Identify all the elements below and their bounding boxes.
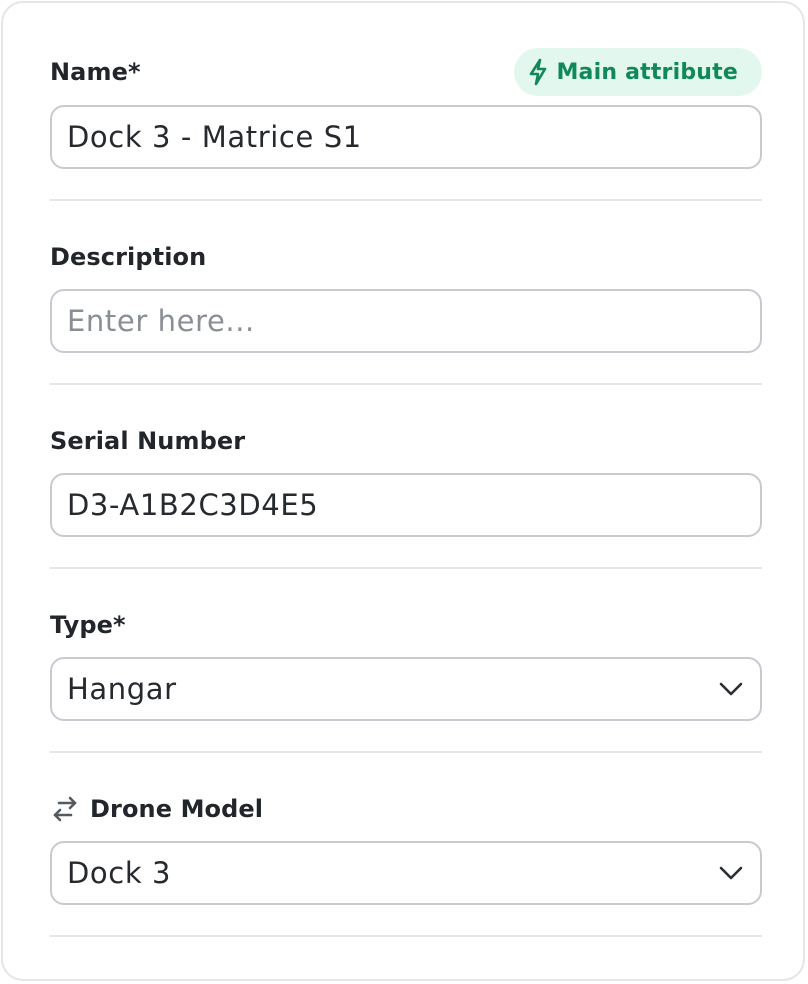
swap-arrows-icon — [50, 794, 80, 824]
serial-number-input[interactable]: D3-A1B2C3D4E5 — [50, 473, 762, 537]
chevron-down-icon[interactable] — [718, 860, 744, 886]
serial-number-label: Serial Number — [50, 427, 246, 455]
divider — [50, 935, 762, 937]
divider — [50, 383, 762, 385]
type-label-row: Type* — [50, 605, 762, 645]
description-label-row: Description — [50, 237, 762, 277]
divider — [50, 567, 762, 569]
type-label: Type* — [50, 611, 126, 639]
name-input[interactable]: Dock 3 - Matrice S1 — [50, 105, 762, 169]
drone-model-label-row: Drone Model — [50, 789, 762, 829]
drone-model-selected-value: Dock 3 — [67, 856, 172, 890]
description-placeholder: Enter here... — [67, 304, 255, 338]
name-input-value: Dock 3 - Matrice S1 — [67, 120, 362, 154]
description-input[interactable]: Enter here... — [50, 289, 762, 353]
type-selected-value: Hangar — [67, 672, 177, 706]
drone-model-select[interactable]: Dock 3 — [50, 841, 762, 905]
lightning-bolt-icon — [528, 58, 548, 86]
main-attribute-badge-label: Main attribute — [556, 59, 738, 85]
divider — [50, 199, 762, 201]
chevron-down-icon[interactable] — [718, 676, 744, 702]
divider — [50, 751, 762, 753]
description-label: Description — [50, 243, 207, 271]
drone-model-label: Drone Model — [90, 795, 264, 823]
name-label-row: Name* Main attribute — [50, 48, 762, 96]
form-card: Name* Main attribute Dock 3 - Matrice S1… — [1, 1, 805, 981]
serial-number-value: D3-A1B2C3D4E5 — [67, 488, 319, 522]
serial-number-label-row: Serial Number — [50, 421, 762, 461]
name-label: Name* — [50, 58, 141, 86]
type-select[interactable]: Hangar — [50, 657, 762, 721]
main-attribute-badge: Main attribute — [514, 48, 762, 96]
